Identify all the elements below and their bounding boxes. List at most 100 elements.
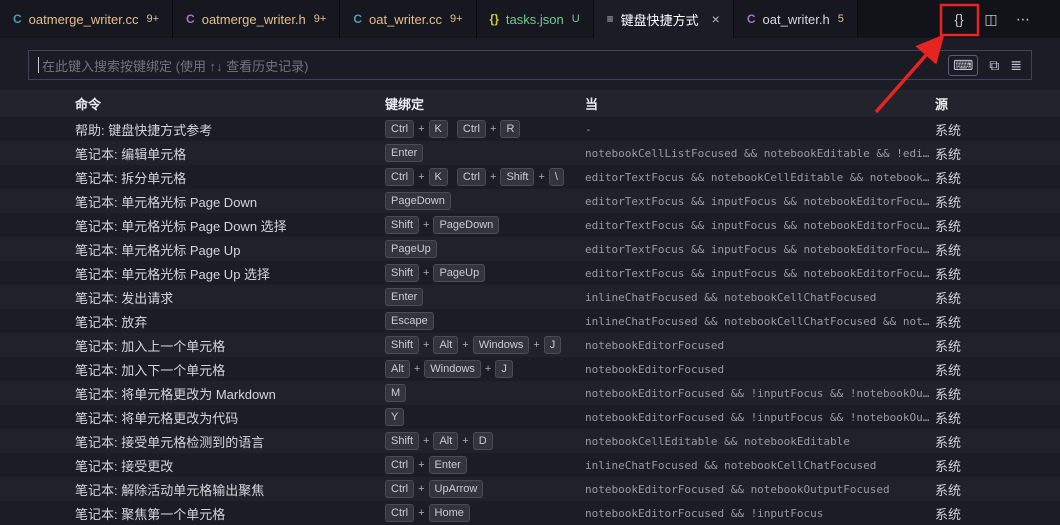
when-cell: editorTextFocus && inputFocus && noteboo… [585,266,930,280]
when-cell: notebookEditorFocused [585,338,725,352]
split-editor-icon[interactable]: ◫ [978,6,1004,32]
command-cell: 笔记本: 编辑单元格 [75,146,187,162]
key-chip: Windows [472,336,530,354]
key-chip: Enter [385,144,424,162]
table-row[interactable]: 笔记本: 单元格光标 Page Down PageDown editorTextFo… [0,189,1060,213]
when-cell: inlineChatFocused && notebookCellChatFoc… [585,458,877,472]
key-chip: Alt [433,336,459,354]
table-header-row: 命令 键绑定 当 源 [0,90,1060,117]
tab-tasks-json[interactable]: {} tasks.json U [476,0,594,38]
keybinding-cell: M [385,384,585,402]
when-cell: - [585,122,592,136]
tab-badge: 9+ [313,13,327,25]
key-chip: Windows [424,360,481,378]
key-chip: Ctrl [456,168,486,186]
tab-label: 键盘快捷方式 [620,12,699,28]
key-chord: Ctrl + Home [385,504,470,522]
key-chip: PageUp [433,264,486,282]
keybinding-cell: Ctrl + Home [385,504,585,522]
text-caret [38,57,39,73]
tab-label: oat_writer.h [762,11,830,27]
key-chip: Ctrl [385,480,415,498]
keybinding-cell: Ctrl + UpArrow [385,480,585,498]
sort-by-precedence-icon[interactable]: ≣ [1010,58,1022,72]
command-cell: 笔记本: 加入下一个单元格 [75,362,226,378]
key-chord: Ctrl + Enter [385,456,467,474]
more-actions-icon[interactable]: ⋯ [1010,6,1036,32]
table-row[interactable]: 笔记本: 加入下一个单元格 Alt + Windows + JnotebookEditor… [0,357,1060,381]
key-chip: Shift [385,432,420,450]
key-chord: Y [385,408,405,426]
key-chord: Ctrl + Shift + \ [456,168,564,186]
command-cell: 笔记本: 接受更改 [75,458,174,474]
table-row[interactable]: 笔记本: 解除活动单元格输出聚焦 Ctrl + UpArrow notebookEdit… [0,477,1060,501]
close-icon[interactable]: × [712,12,720,26]
when-cell: notebookCellListFocused && notebookEdita… [585,146,930,160]
command-cell: 笔记本: 解除活动单元格输出聚焦 [75,482,265,498]
when-cell: inlineChatFocused && notebookCellChatFoc… [585,290,877,304]
when-cell: notebookEditorFocused [585,362,725,376]
command-cell: 笔记本: 发出请求 [75,290,174,306]
table-row[interactable]: 笔记本: 单元格光标 Page Down 选择 Shift + PageDown edi… [0,213,1060,237]
keybinding-cell: Alt + Windows + J [385,360,585,378]
table-row[interactable]: 笔记本: 将单元格更改为代码 YnotebookEditorFocused && … [0,405,1060,429]
command-cell: 帮助: 键盘快捷方式参考 [75,122,213,138]
table-row[interactable]: 笔记本: 放弃 Escape inlineChatFocused && notebo… [0,309,1060,333]
tab-badge: 9+ [449,13,463,25]
key-chip: K [428,168,448,186]
table-row[interactable]: 笔记本: 单元格光标 Page Up PageUp editorTextFocus … [0,237,1060,261]
source-cell: 系统 [935,410,962,426]
table-row[interactable]: 笔记本: 接受更改 Ctrl + Enter inlineChatFocused && … [0,453,1060,477]
copy-icon[interactable]: ⧉ [989,58,999,72]
table-row[interactable]: 笔记本: 发出请求 Enter inlineChatFocused && noteb… [0,285,1060,309]
key-chip: R [500,120,521,138]
key-chip: Ctrl [385,504,415,522]
table-row[interactable]: 笔记本: 接受单元格检测到的语言 Shift + Alt + DnotebookCellE… [0,429,1060,453]
table-row[interactable]: 笔记本: 编辑单元格 Enter notebookCellListFocused &… [0,141,1060,165]
keybinding-cell: PageUp [385,240,585,258]
key-chip: Shift [385,264,420,282]
key-chord: Enter [385,144,424,162]
tab-oatmerge-writer-cc[interactable]: Coatmerge_writer.cc 9+ [0,0,174,38]
keyboard-shortcuts-icon: ≡ [606,12,614,26]
keybinding-cell: Shift + PageUp [385,264,585,282]
table-row[interactable]: 笔记本: 拆分单元格 Ctrl + K Ctrl + Shift + \ editorTextFo… [0,165,1060,189]
tab-keyboard-shortcuts[interactable]: ≡ 键盘快捷方式 × [593,0,734,38]
search-input[interactable]: 在此键入搜索按键绑定 (使用 ↑↓ 查看历史记录) ⌨ ⧉ ≣ [28,50,1032,80]
key-chip: Ctrl [385,168,415,186]
tab-label: tasks.json [505,11,564,27]
col-header-when: 当 [585,97,599,112]
key-chip: Shift [385,336,420,354]
table-row[interactable]: 笔记本: 单元格光标 Page Up 选择 Shift + PageUp editorT… [0,261,1060,285]
plus-separator: + [418,171,425,183]
source-cell: 系统 [935,482,962,498]
tab-oatmerge-writer-h[interactable]: Coatmerge_writer.h 9+ [173,0,341,38]
open-editor-tabs: Coatmerge_writer.cc 9+ Coatmerge_writer.h 9… [0,0,858,38]
keybinding-cell: Shift + PageDown [385,216,585,234]
cpp-source-icon: C [353,12,362,26]
table-row[interactable]: 笔记本: 加入上一个单元格 Shift + Alt + Windows + Jnotebook… [0,333,1060,357]
open-keybindings-json-icon[interactable]: {} [946,6,972,32]
record-keys-icon[interactable]: ⌨ [948,54,979,76]
plus-separator: + [484,363,492,375]
plus-separator: + [533,339,540,351]
command-cell: 笔记本: 单元格光标 Page Down 选择 [75,218,287,234]
keybinding-cell: Enter [385,288,585,306]
key-chord: Shift + PageUp [385,264,486,282]
table-row[interactable]: 笔记本: 将单元格更改为 Markdown MnotebookEditorFocu… [0,381,1060,405]
key-chord: Escape [385,312,434,330]
source-cell: 系统 [935,362,962,378]
c-header-icon: C [746,12,756,26]
table-row[interactable]: 帮助: 键盘快捷方式参考 Ctrl + K Ctrl + R - 系统 [0,117,1060,141]
table-row[interactable]: 笔记本: 聚焦第一个单元格 Ctrl + Home notebookEditorFocu… [0,501,1060,525]
tab-badge: U [571,13,580,25]
c-header-icon: C [186,12,195,26]
command-cell: 笔记本: 放弃 [75,314,148,330]
tab-oat-writer-cc[interactable]: Coat_writer.cc 9+ [340,0,477,38]
tab-oat-writer-h[interactable]: Coat_writer.h 5 [733,0,858,38]
when-cell: notebookEditorFocused && !inputFocus && … [585,410,930,424]
keybindings-search-row: 在此键入搜索按键绑定 (使用 ↑↓ 查看历史记录) ⌨ ⧉ ≣ [0,38,1060,90]
key-chip: Ctrl [385,120,415,138]
key-chord: Shift + PageDown [385,216,500,234]
command-cell: 笔记本: 单元格光标 Page Up 选择 [75,266,271,282]
